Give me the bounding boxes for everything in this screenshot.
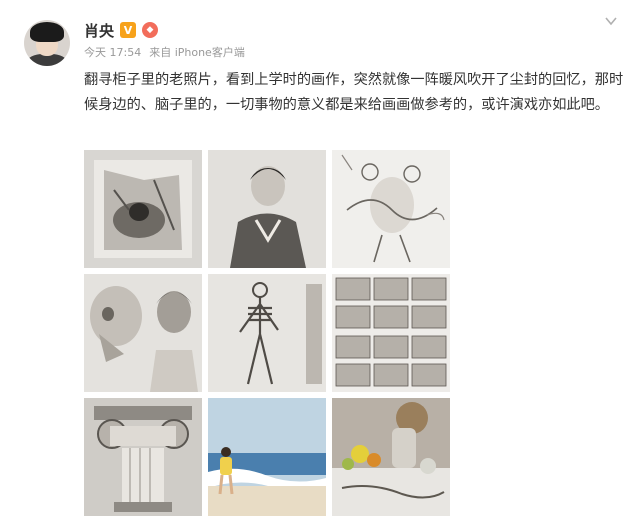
painting-image-8	[208, 398, 326, 516]
avatar-hair	[30, 22, 64, 42]
image-grid	[84, 150, 450, 516]
grid-image-1[interactable]	[84, 150, 202, 268]
post-source: 来自 iPhone客户端	[149, 46, 245, 59]
grid-image-2[interactable]	[208, 150, 326, 268]
sketch-image-5	[208, 274, 326, 392]
sketch-image-1	[84, 150, 202, 268]
sketch-image-6	[332, 274, 450, 392]
grid-image-9[interactable]	[332, 398, 450, 516]
grid-image-7[interactable]	[84, 398, 202, 516]
sketch-image-7	[84, 398, 202, 516]
grid-image-4[interactable]	[84, 274, 202, 392]
username[interactable]: 肖央	[84, 20, 114, 41]
sketch-image-2	[208, 150, 326, 268]
post-text: 翻寻柜子里的老照片，看到上学时的画作，突然就像一阵暖风吹开了尘封的回忆，那时候身…	[84, 72, 624, 113]
chevron-down-icon[interactable]	[604, 14, 618, 28]
grid-image-6[interactable]	[332, 274, 450, 392]
painting-image-9	[332, 398, 450, 516]
name-row: 肖央 V ◆	[84, 20, 159, 41]
post-time: 今天 17:54	[84, 46, 142, 59]
weibo-post: 肖央 V ◆ 今天 17:54 来自 iPhone客户端 翻寻柜子里的老照片，看…	[0, 0, 640, 525]
verified-badge-icon: V	[120, 22, 137, 38]
avatar[interactable]	[24, 20, 70, 66]
sketch-image-3	[332, 150, 450, 268]
post-meta: 今天 17:54 来自 iPhone客户端	[84, 44, 245, 60]
fan-badge-icon: ◆	[142, 22, 159, 38]
grid-image-3[interactable]	[332, 150, 450, 268]
sketch-image-4	[84, 274, 202, 392]
grid-image-8[interactable]	[208, 398, 326, 516]
grid-image-5[interactable]	[208, 274, 326, 392]
